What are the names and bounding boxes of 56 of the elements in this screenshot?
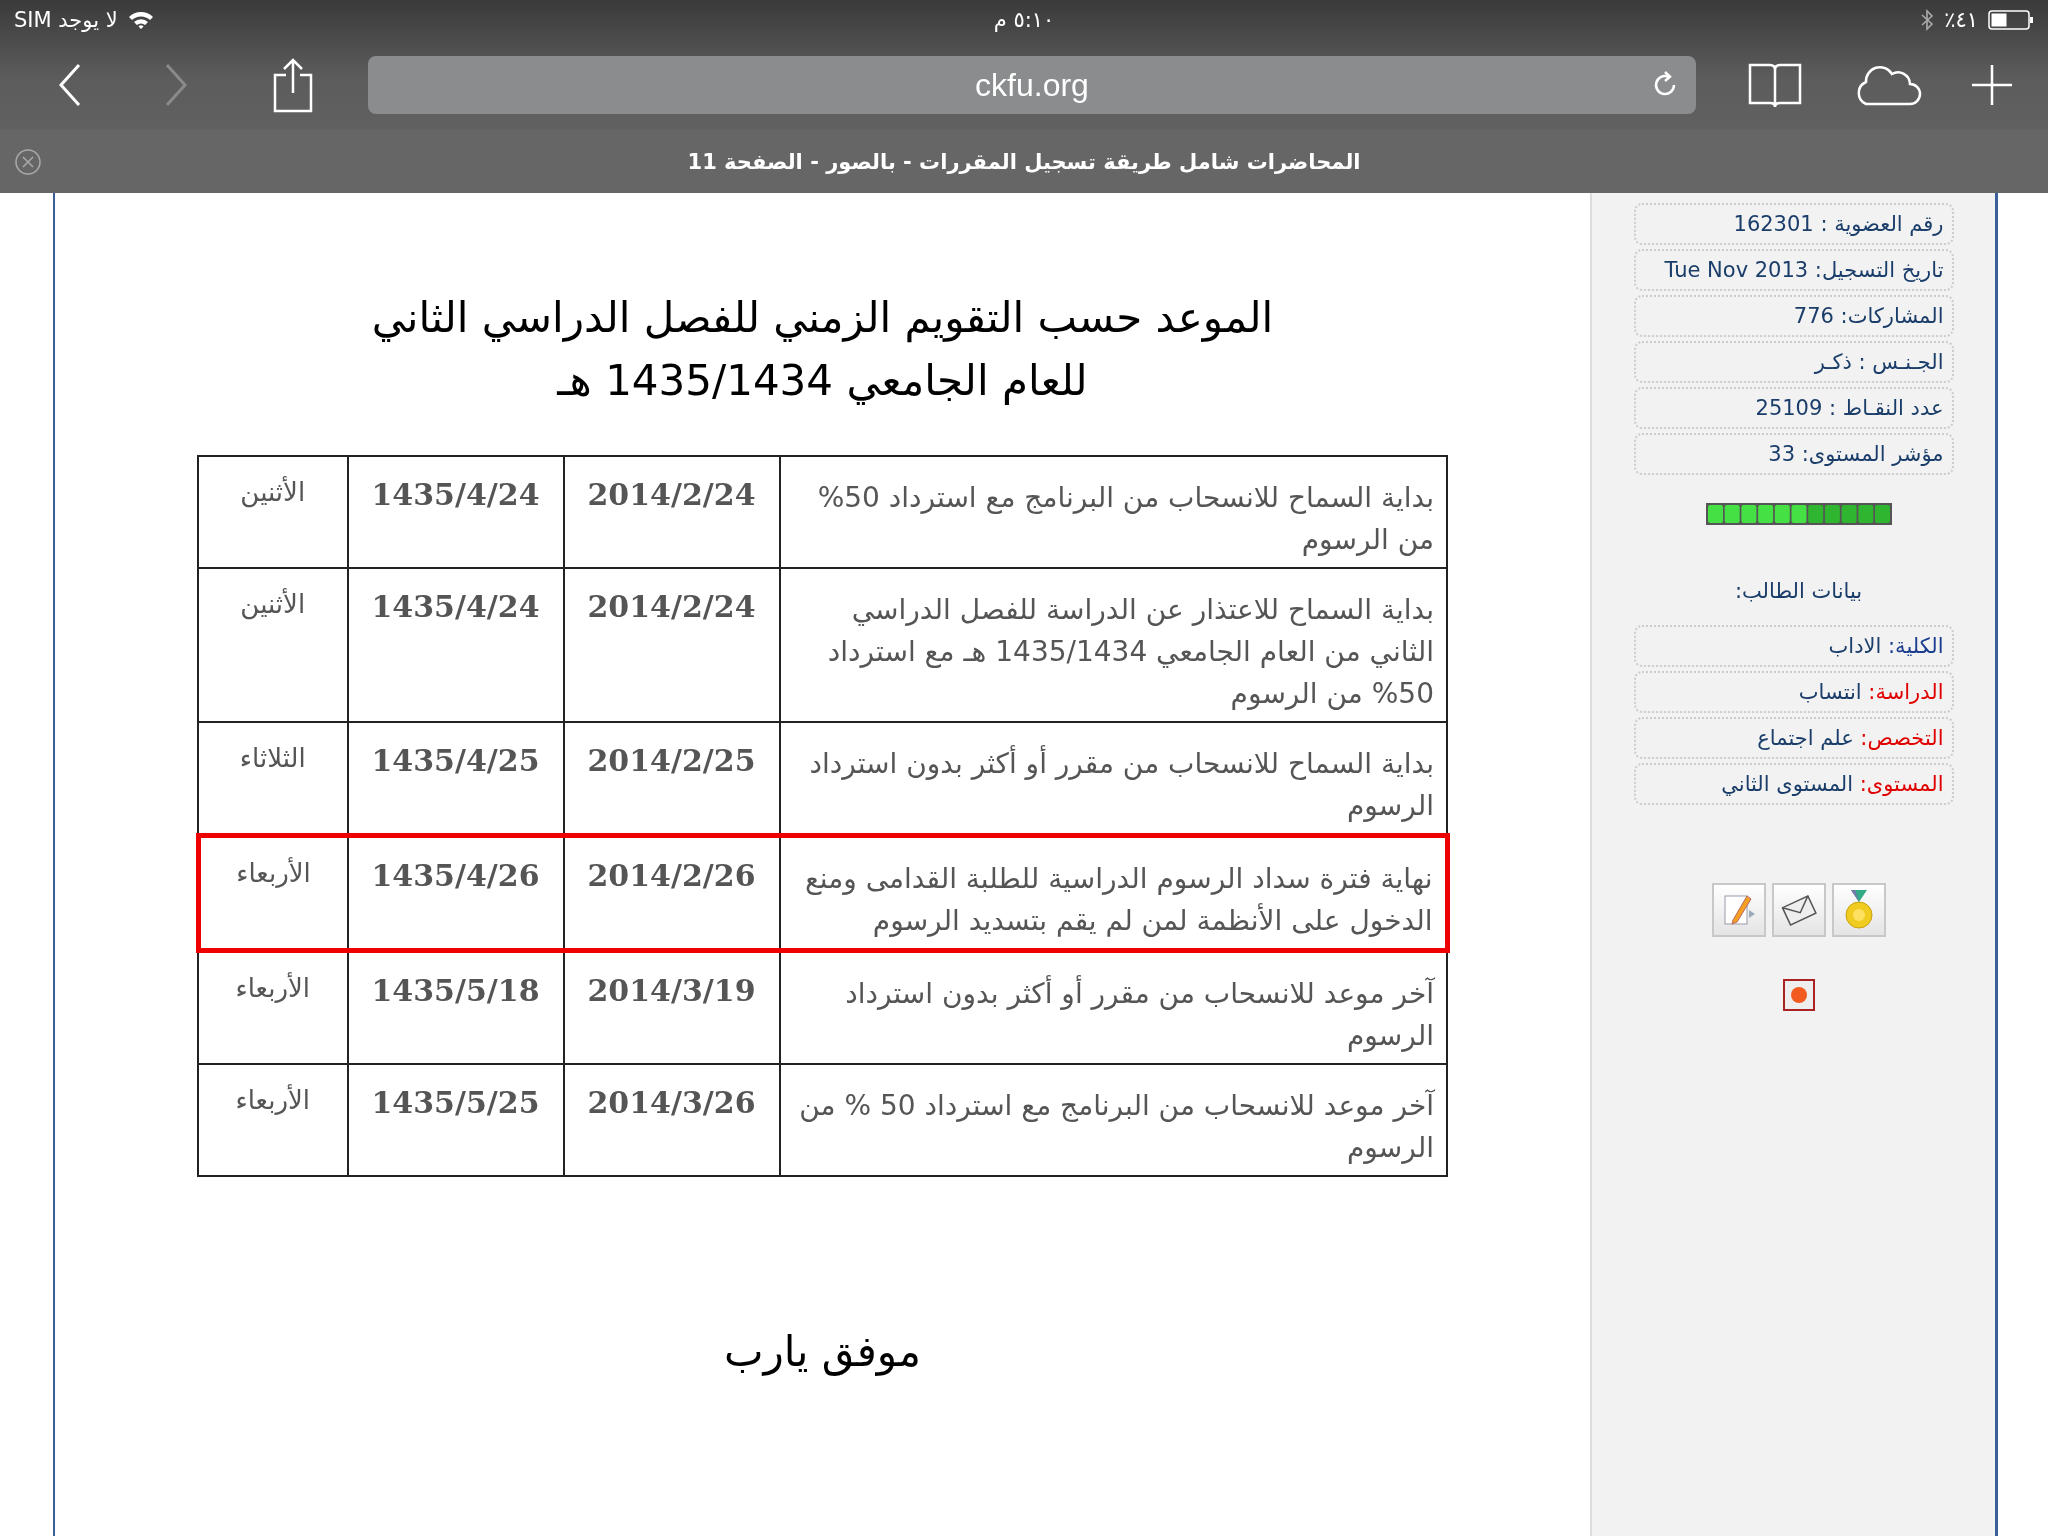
table-cell: 2014/3/26	[563, 1064, 780, 1176]
field-value: انتساب	[1798, 680, 1863, 704]
edit-button[interactable]	[1711, 883, 1766, 937]
table-cell: الأربعاء	[198, 950, 348, 1064]
user-info-field: المشاركات: 776	[1633, 295, 1954, 337]
medal-button[interactable]	[1831, 883, 1886, 937]
user-info-field: عدد النقـاط : 25109	[1633, 387, 1954, 429]
user-info-field: رقم العضوية : 162301	[1633, 203, 1954, 245]
battery-icon	[1988, 10, 2034, 30]
bookmarks-button[interactable]	[1748, 62, 1802, 108]
table-cell: 2014/2/24	[563, 456, 780, 568]
table-cell: 1435/4/24	[347, 568, 564, 722]
field-label: التخصص:	[1860, 726, 1944, 750]
user-info-field: مؤشر المستوى: 33	[1633, 433, 1954, 475]
closing-text: موفق يارب	[724, 1327, 921, 1376]
dot-icon	[1788, 985, 1809, 1005]
field-label: المستوى:	[1859, 772, 1944, 796]
table-cell: آخر موعد للانسحاب من البرنامج مع استرداد 50 % من الرسوم	[779, 1064, 1447, 1176]
bluetooth-icon	[1920, 9, 1935, 31]
status-indicator-button[interactable]	[1782, 979, 1815, 1011]
field-value: المستوى الثاني	[1721, 772, 1854, 796]
field-value: الاداب	[1828, 634, 1883, 658]
table-cell: بداية السماح للاعتذار عن الدراسة للفصل الدراسي الثاني من العام الجامعي 1435/1434 هـ مع استرداد 50% من الرسوم	[779, 568, 1447, 722]
message-button[interactable]	[1771, 883, 1826, 937]
battery-percent: ٪٤١	[1944, 8, 1978, 32]
student-data-title: بيانات الطالب:	[1734, 579, 1863, 603]
post-heading: الموعد حسب التقويم الزمني للفصل الدراسي الثاني	[371, 293, 1274, 342]
user-info-field: تاريخ التسجيل: Tue Nov 2013	[1633, 249, 1954, 291]
table-cell: الأربعاء	[198, 1064, 348, 1176]
table-cell: 2014/2/24	[563, 568, 780, 722]
table-cell: بداية السماح للانسحاب من البرنامج مع استرداد 50% من الرسوم	[779, 456, 1447, 568]
table-cell: نهاية فترة سداد الرسوم الدراسية للطلبة القدامى ومنع الدخول على الأنظمة لمن لم يقم بتسديد الرسوم	[779, 835, 1447, 951]
reputation-bar-icon	[1705, 503, 1892, 525]
table-cell: 2014/3/19	[563, 950, 780, 1064]
close-tab-icon[interactable]	[14, 147, 42, 176]
table-cell: الأثنين	[198, 568, 348, 722]
table-cell: 1435/5/18	[347, 950, 564, 1064]
field-value: علم اجتماع	[1757, 726, 1855, 750]
table-cell: 1435/5/25	[347, 1064, 564, 1176]
field-label: الدراسة:	[1868, 680, 1944, 704]
table-cell: بداية السماح للانسحاب من مقرر أو أكثر بدون استرداد الرسوم	[779, 722, 1447, 836]
new-tab-button[interactable]	[1970, 63, 2014, 107]
table-cell: 2014/2/26	[563, 835, 780, 951]
table-cell: الأربعاء	[198, 835, 348, 951]
user-info-field: الجـنـس : ذكـر	[1633, 341, 1954, 383]
table-cell: 1435/4/26	[347, 835, 564, 951]
table-cell: 1435/4/24	[347, 456, 564, 568]
address-field[interactable]: ckfu.org	[368, 56, 1696, 114]
carrier-text: لا يوجد SIM	[14, 8, 118, 32]
post-heading: للعام الجامعي 1435/1434 هـ	[557, 356, 1088, 405]
clock-text: ٥:١٠ م	[993, 8, 1055, 32]
table-cell: آخر موعد للانسحاب من مقرر أو أكثر بدون استرداد الرسوم	[779, 950, 1447, 1064]
tab-title[interactable]: المحاضرات شامل طريقة تسجيل المقررات - بالصور - الصفحة 11	[687, 149, 1361, 174]
wifi-icon	[127, 10, 154, 30]
table-cell: الأثنين	[198, 456, 348, 568]
field-label: الكلية:	[1888, 634, 1944, 658]
